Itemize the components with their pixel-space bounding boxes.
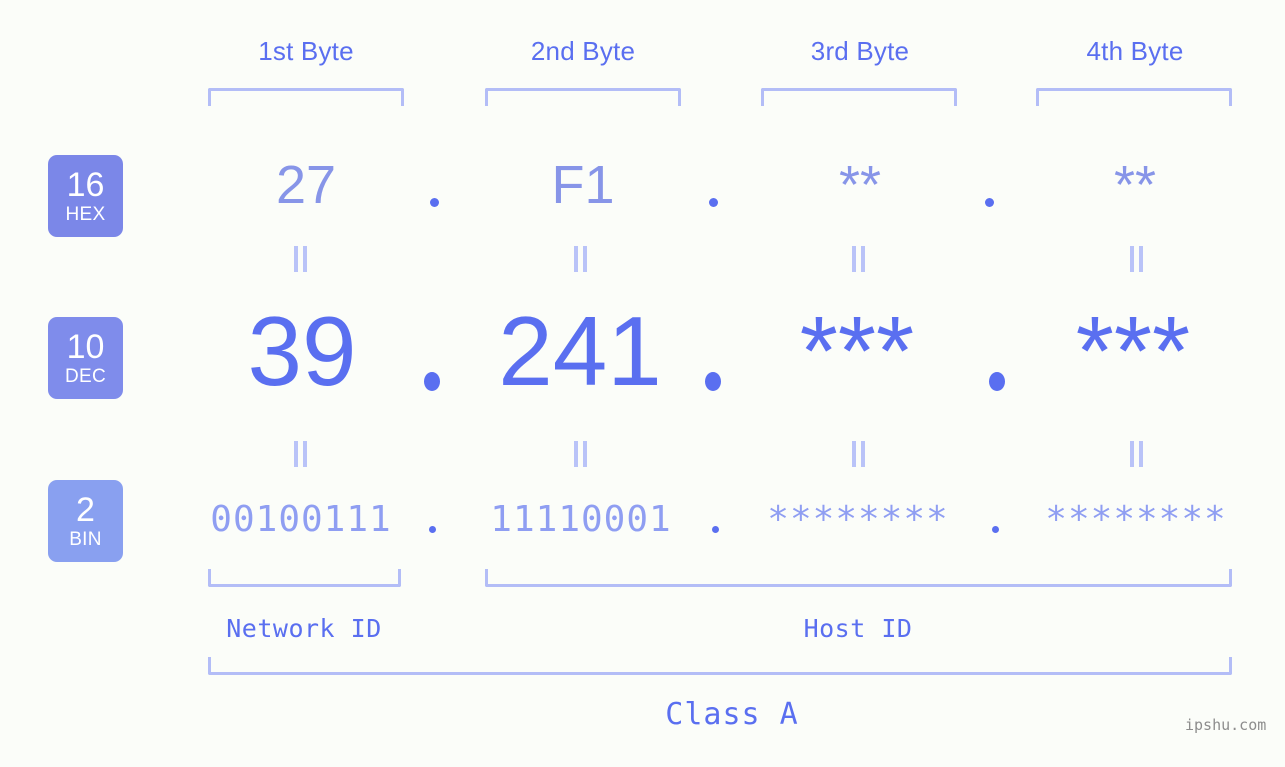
hex-dot-separator-1 [430, 198, 439, 207]
hex-byte-3: ** [838, 155, 882, 215]
site-watermark: ipshu.com [1185, 716, 1267, 734]
byte-bracket-4 [1036, 88, 1232, 106]
byte-header-3: 3rd Byte [760, 36, 960, 67]
byte-bracket-3 [761, 88, 957, 106]
network-id-bracket [208, 569, 401, 587]
dec-dot-separator-2 [705, 372, 721, 391]
dec-byte-3: *** [799, 296, 915, 406]
byte-header-4: 4th Byte [1035, 36, 1235, 67]
host-id-bracket [485, 569, 1232, 587]
byte-header-1: 1st Byte [206, 36, 406, 67]
equals-mark-dec-bin-4 [1130, 441, 1143, 467]
badge-base-number: 2 [76, 491, 95, 529]
byte-header-label: 3rd Byte [810, 36, 910, 66]
base-badge-bin: 2 BIN [48, 480, 123, 562]
equals-mark-hex-dec-1 [294, 246, 307, 272]
hex-byte-1: 27 [275, 155, 337, 215]
hex-byte-2: F1 [551, 155, 615, 215]
badge-base-number: 10 [66, 328, 105, 366]
bin-byte-2: 11110001 [490, 499, 672, 540]
class-bracket [208, 657, 1232, 675]
class-label: Class A [665, 697, 799, 732]
equals-mark-hex-dec-2 [574, 246, 587, 272]
byte-header-label: 4th Byte [1086, 36, 1184, 66]
bin-byte-1: 00100111 [210, 499, 392, 540]
dec-byte-1: 39 [247, 296, 357, 406]
ip-notation-diagram: 1st Byte 2nd Byte 3rd Byte 4th Byte 16 H… [0, 0, 1285, 767]
badge-base-name: HEX [65, 204, 106, 225]
equals-mark-hex-dec-4 [1130, 246, 1143, 272]
base-badge-hex: 16 HEX [48, 155, 123, 237]
badge-base-name: BIN [69, 529, 102, 550]
dec-byte-4: *** [1075, 296, 1191, 406]
byte-header-label: 2nd Byte [530, 36, 636, 66]
equals-mark-dec-bin-2 [574, 441, 587, 467]
bin-byte-3: ******** [767, 499, 949, 540]
equals-mark-dec-bin-1 [294, 441, 307, 467]
dec-dot-separator-1 [424, 372, 440, 391]
hex-dot-separator-2 [709, 198, 718, 207]
bin-dot-separator-1 [429, 526, 436, 533]
dec-dot-separator-3 [989, 372, 1005, 391]
hex-dot-separator-3 [985, 198, 994, 207]
byte-bracket-1 [208, 88, 404, 106]
equals-mark-hex-dec-3 [852, 246, 865, 272]
byte-header-2: 2nd Byte [483, 36, 683, 67]
base-badge-dec: 10 DEC [48, 317, 123, 399]
network-id-label: Network ID [226, 614, 382, 643]
byte-header-label: 1st Byte [258, 36, 354, 66]
byte-bracket-2 [485, 88, 681, 106]
hex-byte-4: ** [1113, 155, 1157, 215]
equals-mark-dec-bin-3 [852, 441, 865, 467]
badge-base-name: DEC [64, 366, 106, 387]
host-id-label: Host ID [803, 614, 913, 643]
dec-byte-2: 241 [498, 296, 662, 406]
bin-dot-separator-2 [712, 526, 719, 533]
bin-dot-separator-3 [992, 526, 999, 533]
badge-base-number: 16 [66, 166, 105, 204]
bin-byte-4: ******** [1045, 499, 1227, 540]
